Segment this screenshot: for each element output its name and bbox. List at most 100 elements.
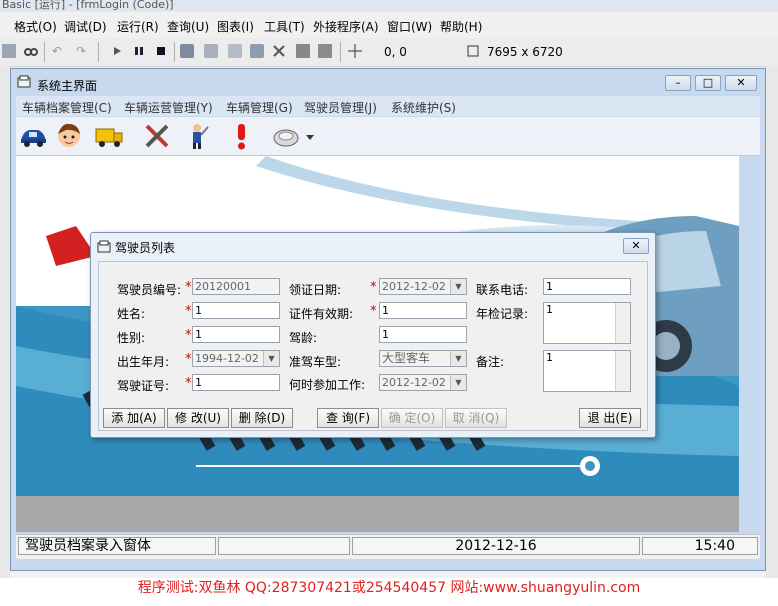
- ide-title: Basic [运行] - [frmLogin (Code)]: [2, 0, 174, 11]
- driver-list-dialog: 驾驶员列表 ✕ 驾驶员编号: * 20120001 姓名: * 1 性别: * …: [90, 232, 656, 438]
- ide-menu-bar: 格式(O) 调试(D) 运行(R) 查询(U) 图表(I) 工具(T) 外接程序…: [0, 14, 778, 38]
- properties-icon[interactable]: [204, 44, 218, 58]
- vehicle-type-select[interactable]: 大型客车 ▼: [379, 350, 467, 367]
- name-label: 姓名:: [117, 307, 146, 321]
- add-button[interactable]: 添 加(A): [103, 408, 165, 428]
- menu-system-maintenance[interactable]: 系统维护(S): [391, 99, 456, 116]
- ide-title-bar: Basic [运行] - [frmLogin (Code)]: [0, 0, 778, 12]
- inspection-scrollbar[interactable]: [615, 303, 630, 343]
- run-icon[interactable]: [110, 44, 124, 58]
- chevron-down-icon[interactable]: ▼: [450, 279, 466, 294]
- required-mark: *: [185, 352, 192, 367]
- main-toolbar: [16, 117, 760, 156]
- browser-icon[interactable]: [250, 44, 264, 58]
- gender-field[interactable]: 1: [192, 326, 280, 343]
- mdi-empty-area: [16, 496, 739, 532]
- work-start-picker[interactable]: 2012-12-02 ▼: [379, 374, 467, 391]
- cancel-button[interactable]: 取 消(Q): [445, 408, 507, 428]
- phone-field[interactable]: 1: [543, 278, 631, 295]
- ide-menu-format[interactable]: 格式(O): [14, 18, 57, 35]
- issue-date-value: 2012-12-02: [382, 280, 446, 293]
- app-icon: [17, 75, 31, 89]
- confirm-button[interactable]: 确 定(O): [381, 408, 443, 428]
- issue-date-picker[interactable]: 2012-12-02 ▼: [379, 278, 467, 295]
- phone-label: 联系电话:: [476, 283, 529, 297]
- dialog-close-button[interactable]: ✕: [623, 238, 649, 254]
- name-field[interactable]: 1: [192, 302, 280, 319]
- menu-driver-management[interactable]: 驾驶员管理(J): [304, 99, 377, 116]
- tools-icon[interactable]: [142, 121, 172, 151]
- birth-date-value: 1994-12-02: [195, 352, 259, 365]
- alert-icon[interactable]: [226, 121, 256, 151]
- ide-code-pane-right: [766, 66, 778, 586]
- required-mark: *: [370, 304, 377, 319]
- car-icon[interactable]: [18, 121, 48, 151]
- main-window-title: 系统主界面: [37, 79, 98, 93]
- chevron-down-icon[interactable]: ▼: [450, 351, 466, 366]
- minimize-button[interactable]: –: [665, 75, 691, 91]
- ide-menu-query[interactable]: 查询(U): [167, 18, 209, 35]
- exit-button[interactable]: 退 出(E): [579, 408, 641, 428]
- find-icon[interactable]: [24, 44, 38, 58]
- stop-icon[interactable]: [154, 44, 168, 58]
- undo-icon[interactable]: ↶: [52, 44, 66, 58]
- chevron-down-icon[interactable]: ▼: [450, 375, 466, 390]
- required-mark: *: [185, 376, 192, 391]
- menu-vehicle-archive[interactable]: 车辆档案管理(C): [22, 99, 112, 116]
- footer-credit: 程序测试:双鱼林 QQ:287307421或254540457 网站:www.s…: [137, 580, 641, 596]
- person-icon[interactable]: [54, 121, 84, 151]
- layout-icon[interactable]: [228, 44, 242, 58]
- menu-vehicle-operation[interactable]: 车辆运营管理(Y): [124, 99, 213, 116]
- ide-menu-chart[interactable]: 图表(I): [217, 18, 254, 35]
- inspection-textarea[interactable]: 1: [543, 302, 631, 344]
- license-no-field[interactable]: 1: [192, 374, 280, 391]
- disc-icon[interactable]: [272, 121, 302, 151]
- position-readout: 0, 0: [384, 45, 407, 59]
- data-view-icon[interactable]: [318, 44, 332, 58]
- ide-menu-debug[interactable]: 调试(D): [64, 18, 107, 35]
- status-panel-empty: [218, 537, 350, 555]
- valid-period-field[interactable]: 1: [379, 302, 467, 319]
- edit-button[interactable]: 修 改(U): [167, 408, 229, 428]
- worker-icon[interactable]: [182, 121, 212, 151]
- ide-menu-addins[interactable]: 外接程序(A): [313, 18, 379, 35]
- copy-icon[interactable]: [2, 44, 16, 58]
- inspection-label: 年检记录:: [476, 307, 529, 321]
- driving-age-field[interactable]: 1: [379, 326, 467, 343]
- required-mark: *: [370, 280, 377, 295]
- close-button[interactable]: ✕: [725, 75, 757, 91]
- status-date: 2012-12-16: [352, 537, 640, 555]
- pause-icon[interactable]: [132, 44, 146, 58]
- dialog-form: 驾驶员编号: * 20120001 姓名: * 1 性别: * 1 出生年月: …: [98, 261, 648, 431]
- ide-menu-tools[interactable]: 工具(T): [264, 18, 305, 35]
- birth-date-picker[interactable]: 1994-12-02 ▼: [192, 350, 280, 367]
- truck-icon[interactable]: [94, 121, 124, 151]
- chevron-down-icon[interactable]: ▼: [263, 351, 279, 366]
- ide-menu-help[interactable]: 帮助(H): [440, 18, 482, 35]
- main-menu-bar: 车辆档案管理(C) 车辆运营管理(Y) 车辆管理(G) 驾驶员管理(J) 系统维…: [16, 96, 760, 116]
- status-text: 驾驶员档案录入窗体: [18, 537, 216, 555]
- driver-no-field[interactable]: 20120001: [192, 278, 280, 295]
- chevron-down-icon[interactable]: [304, 121, 316, 151]
- remark-label: 备注:: [476, 355, 505, 369]
- status-bar: 驾驶员档案录入窗体 2012-12-16 15:40: [16, 534, 760, 559]
- tools-icon[interactable]: [272, 44, 286, 58]
- query-button[interactable]: 查 询(F): [317, 408, 379, 428]
- gender-label: 性别:: [117, 331, 146, 345]
- valid-period-label: 证件有效期:: [289, 307, 354, 321]
- required-mark: *: [185, 328, 192, 343]
- maximize-button[interactable]: □: [695, 75, 721, 91]
- project-icon[interactable]: [180, 44, 194, 58]
- dialog-title: 驾驶员列表: [115, 241, 176, 255]
- required-mark: *: [185, 304, 192, 319]
- birth-label: 出生年月:: [117, 355, 170, 369]
- remark-textarea[interactable]: 1: [543, 350, 631, 392]
- redo-icon[interactable]: ↷: [76, 44, 90, 58]
- remark-scrollbar[interactable]: [615, 351, 630, 391]
- delete-button[interactable]: 删 除(D): [231, 408, 293, 428]
- menu-vehicle-management[interactable]: 车辆管理(G): [226, 99, 293, 116]
- vehicle-type-value: 大型客车: [382, 351, 431, 365]
- ide-menu-window[interactable]: 窗口(W): [387, 18, 432, 35]
- ide-menu-run[interactable]: 运行(R): [117, 18, 159, 35]
- toolbox-icon[interactable]: [296, 44, 310, 58]
